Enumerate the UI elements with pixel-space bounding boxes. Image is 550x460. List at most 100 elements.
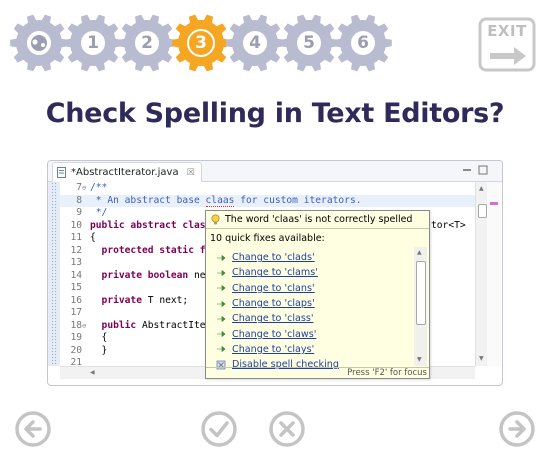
quick-fix-link[interactable]: Change to 'clans' (232, 283, 315, 294)
yes-button[interactable] (200, 410, 238, 448)
scroll-thumb[interactable] (478, 204, 487, 218)
quick-fix-link[interactable]: Change to 'claps' (232, 298, 315, 309)
quick-fix-footer: Press 'F2' for focus (206, 367, 429, 378)
line-number: 11 (70, 232, 82, 243)
overview-ruler[interactable] (487, 182, 501, 366)
quick-fix-item[interactable]: Change to 'clans' (216, 281, 412, 296)
check-icon (201, 411, 237, 447)
quick-fix-item[interactable]: Change to 'class' (216, 311, 412, 326)
scroll-up-icon[interactable]: ▲ (479, 185, 484, 192)
step-gear-6[interactable]: 6 (332, 12, 394, 74)
line-number: 8 (76, 194, 82, 206)
step-gear-3-active[interactable]: 3 (170, 12, 232, 74)
editor-vertical-scrollbar[interactable]: ▲ ▼ (475, 182, 487, 366)
line-number: 12 (70, 244, 82, 256)
keyword-text: private boolean (90, 269, 194, 281)
exit-button[interactable]: EXIT (478, 17, 536, 72)
line-number: 13 (70, 257, 82, 268)
step-gear-2[interactable]: 2 (116, 12, 178, 74)
step-gear-5[interactable]: 5 (278, 12, 340, 74)
line-number: 14 (70, 269, 82, 281)
editor-tabbar: *AbstractIterator.java ☒ (48, 161, 502, 182)
line-number: 17 (70, 307, 82, 318)
x-icon (269, 411, 305, 447)
change-arrow-icon (217, 346, 226, 353)
quick-fix-popup: The word 'claas' is not correctly spelle… (205, 210, 430, 379)
code-text: * An abstract base claas for custom iter… (88, 194, 362, 208)
quick-fix-item[interactable]: Change to 'clays' (216, 342, 412, 357)
code-text: public abstract clas tor<T> (88, 219, 466, 233)
close-icon[interactable]: ☒ (187, 168, 195, 178)
arrow-right-icon (499, 411, 535, 447)
quick-fix-item[interactable]: Change to 'clads' (216, 250, 412, 265)
scroll-down-icon[interactable]: ▼ (479, 355, 484, 362)
identifier-text: ne (193, 269, 206, 281)
editor-tab-title: *AbstractIterator.java (71, 167, 179, 178)
step-gear-1[interactable]: 1 (62, 12, 124, 74)
step-label: 4 (249, 33, 261, 53)
keyword-text: public abstract (90, 219, 183, 231)
code-text: private T next; (88, 294, 189, 308)
line-number: 19 (70, 332, 82, 343)
line-number: 10 (70, 219, 82, 231)
next-button[interactable] (498, 410, 536, 448)
scroll-thumb[interactable] (416, 261, 426, 325)
line-number: 20 (70, 344, 82, 356)
quick-fix-link[interactable]: Change to 'clams' (232, 267, 318, 278)
keyword-text: public (90, 319, 142, 331)
keyword-text: clas (182, 219, 206, 231)
quick-fix-link[interactable]: Change to 'clays' (232, 344, 314, 355)
code-line: 7⊖/** (60, 182, 475, 195)
page-title: Check Spelling in Text Editors? (45, 98, 505, 129)
spelling-marker[interactable] (490, 202, 498, 205)
quick-fix-item[interactable]: Change to 'claws' (216, 326, 412, 341)
code-text: { (90, 332, 108, 343)
scroll-left-icon[interactable]: ◀ (90, 369, 95, 376)
quick-fix-link[interactable]: Change to 'claws' (232, 329, 316, 340)
quick-fix-link[interactable]: Change to 'clads' (232, 252, 315, 263)
step-gear-4[interactable]: 4 (224, 12, 286, 74)
quick-fix-link[interactable]: Change to 'class' (232, 313, 314, 324)
change-arrow-icon (217, 315, 226, 322)
identifier-text: T next; (147, 294, 189, 306)
gear-check-icon (29, 33, 49, 53)
quick-fix-count: 10 quick fixes available: (210, 233, 325, 244)
quick-fix-item[interactable]: Change to 'clams' (216, 265, 412, 280)
exit-label: EXIT (487, 22, 527, 40)
code-text: } (90, 344, 108, 356)
code-text: */ (90, 207, 108, 218)
code-line-current: 8 * An abstract base claas for custom it… (60, 194, 475, 208)
scroll-down-icon[interactable]: ▼ (417, 356, 422, 363)
step-label: 1 (87, 33, 99, 53)
no-button[interactable] (268, 410, 306, 448)
keyword-text: private (90, 294, 148, 306)
arrow-left-icon (15, 411, 51, 447)
quick-fix-item[interactable]: Change to 'claps' (216, 296, 412, 311)
change-arrow-icon (217, 300, 226, 307)
comment-text: for custom iterators. (234, 194, 362, 206)
code-text: private boolean ne (88, 270, 206, 283)
quick-fix-footer-text: Press 'F2' for focus (347, 368, 427, 378)
misspelled-word[interactable]: claas (205, 194, 235, 207)
code-text: { (90, 232, 96, 243)
editor-tab[interactable]: *AbstractIterator.java ☒ (52, 162, 202, 182)
maximize-icon[interactable] (478, 165, 488, 175)
code-text: public AbstractIte (88, 320, 206, 333)
line-number: 15 (70, 282, 82, 293)
step-label: 3 (195, 33, 207, 53)
code-tail-text: tor<T> (431, 219, 466, 231)
step-progress: 1 2 3 4 5 6 (8, 12, 398, 74)
quick-fix-list: Change to 'clads' Change to 'clams' Chan… (216, 250, 412, 372)
line-number: 18 (70, 319, 82, 331)
minimize-icon[interactable] (462, 165, 472, 175)
comment-text: * An abstract base (90, 194, 206, 206)
change-arrow-icon (217, 254, 226, 261)
code-text: /** (90, 182, 108, 193)
scroll-up-icon[interactable]: ▲ (417, 249, 422, 256)
quick-fix-header: The word 'claas' is not correctly spelle… (206, 211, 429, 229)
back-button[interactable] (14, 410, 52, 448)
step-gear-done (8, 12, 70, 74)
quick-fix-scrollbar[interactable]: ▲ ▼ (414, 247, 427, 366)
change-arrow-icon (217, 330, 226, 338)
line-number: 16 (70, 294, 82, 306)
